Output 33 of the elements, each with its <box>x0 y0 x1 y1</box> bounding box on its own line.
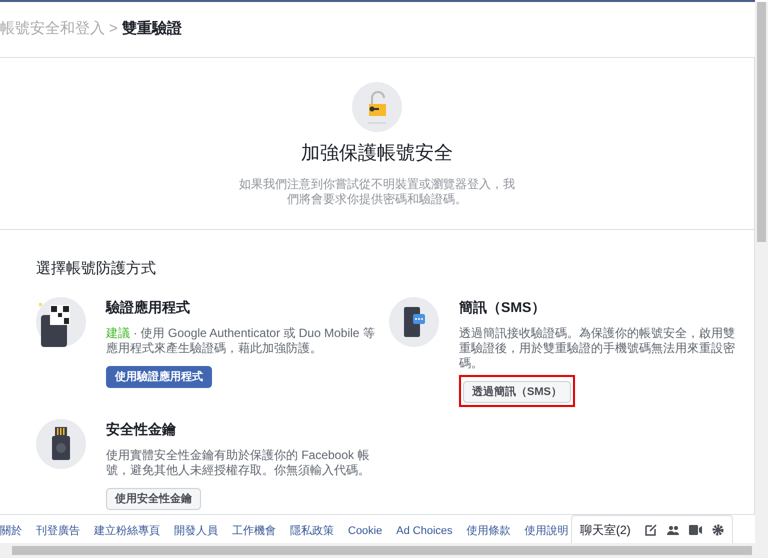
secondary-button[interactable]: 使用安全性金鑰 <box>106 488 201 510</box>
footer-link[interactable]: 使用條款 <box>466 522 511 539</box>
breadcrumb-separator: > <box>109 19 118 40</box>
page-title: 雙重驗證 <box>122 19 182 40</box>
footer-link[interactable]: 刊登廣告 <box>36 522 80 539</box>
usb-key-icon <box>36 418 86 469</box>
footer-link[interactable]: Cookie <box>348 522 382 539</box>
footer-link[interactable]: 建立粉絲專頁 <box>94 522 160 539</box>
section-title: 選擇帳號防護方式 <box>36 259 157 279</box>
phone-message-icon <box>389 296 439 346</box>
method-description: 使用實體安全性金鑰有助於保護你的 Facebook 帳號，避免其他人未經授權存取。你無須輸入代碼。 <box>106 448 371 478</box>
method-title: 安全性金鑰 <box>106 420 176 439</box>
hero-description: 如果我們注意到你嘗試從不明裝置或瀏覽器登入，我們將會要求你提供密碼和驗證碼。 <box>238 176 516 206</box>
settings-icon[interactable] <box>712 524 724 536</box>
compose-icon[interactable] <box>645 524 657 536</box>
footer-link[interactable]: 工作機會 <box>232 522 276 539</box>
method-title: 驗證應用程式 <box>106 298 190 316</box>
secondary-button[interactable]: 透過簡訊（SMS） <box>463 380 571 403</box>
method-description: 建議 · 使用 Google Authenticator 或 Duo Mobile 等應用程式來產生驗證碼，藉此加強防護。 <box>106 326 376 356</box>
footer-link[interactable]: 開發人員 <box>174 522 218 539</box>
footer-link[interactable]: 隱私政策 <box>290 522 334 539</box>
video-icon[interactable] <box>689 524 702 536</box>
primary-button[interactable]: 使用驗證應用程式 <box>106 366 212 388</box>
padlock-key-icon <box>352 82 402 132</box>
footer-link[interactable]: Ad Choices <box>396 522 453 539</box>
people-icon[interactable] <box>667 524 679 536</box>
method-title: 簡訊（SMS） <box>459 298 546 317</box>
footer-link[interactable]: 使用說明 <box>524 522 569 539</box>
qr-code-phone-icon <box>36 296 86 346</box>
hero-title: 加強保護帳號安全 <box>301 142 453 166</box>
chat-button[interactable]: 聊天室(2) <box>580 520 631 538</box>
method-description: 透過簡訊接收驗證碼。為保護你的帳號安全，啟用雙重驗證後，用於雙重驗證的手機號碼無法用來重設密碼。 <box>459 326 736 370</box>
footer-link[interactable]: 關於 <box>0 522 22 539</box>
